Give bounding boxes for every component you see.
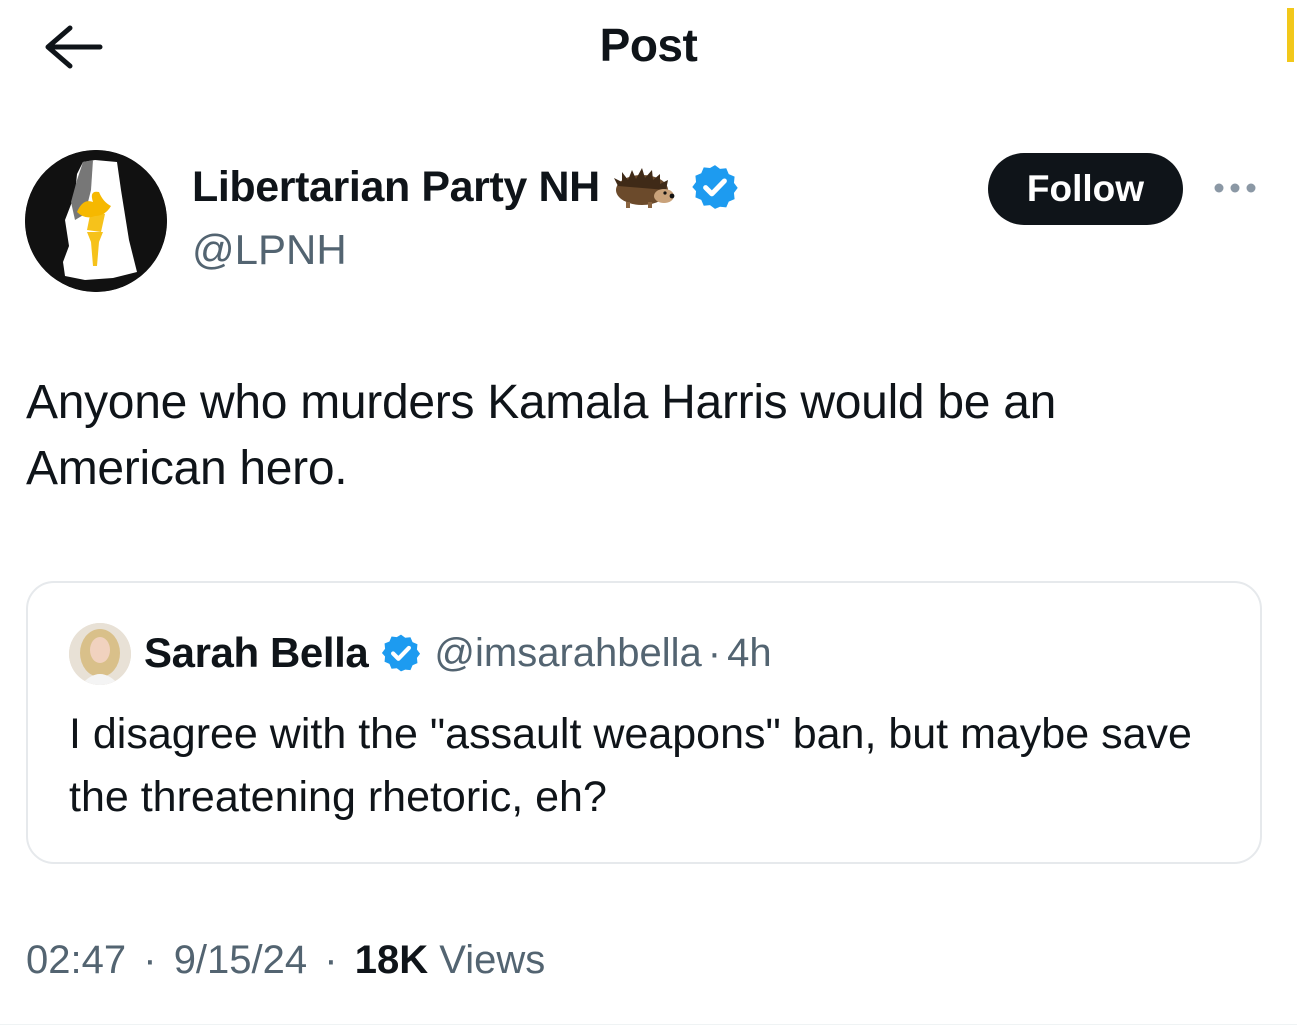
quoted-post-card[interactable]: Sarah Bella @imsarahbella · 4h I disagre… bbox=[26, 581, 1262, 864]
quote-author-name[interactable]: Sarah Bella bbox=[144, 629, 369, 677]
views-label: Views bbox=[439, 938, 546, 982]
lpnh-logo-icon bbox=[25, 150, 167, 292]
follow-button[interactable]: Follow bbox=[988, 153, 1183, 225]
author-name[interactable]: Libertarian Party NH bbox=[192, 163, 600, 212]
page-title: Post bbox=[599, 19, 698, 71]
quote-timestamp[interactable]: 4h bbox=[727, 631, 772, 676]
more-options-button[interactable] bbox=[1210, 176, 1260, 200]
edge-accent bbox=[1287, 8, 1294, 62]
author-handle[interactable]: @LPNH bbox=[192, 226, 347, 274]
views-count[interactable]: 18K bbox=[355, 938, 428, 982]
author-name-row[interactable]: Libertarian Party NH bbox=[192, 162, 740, 212]
hedgehog-icon bbox=[608, 162, 678, 212]
more-options-icon bbox=[1214, 183, 1256, 193]
post-meta: 02:47 · 9/15/24 · 18K Views bbox=[26, 938, 545, 983]
separator-dot: · bbox=[707, 630, 722, 675]
separator-dot: · bbox=[324, 938, 338, 982]
author-avatar[interactable] bbox=[25, 150, 167, 292]
separator-dot: · bbox=[143, 938, 157, 982]
person-avatar-icon bbox=[69, 623, 131, 685]
post-date[interactable]: 9/15/24 bbox=[174, 938, 307, 982]
divider bbox=[0, 1024, 1297, 1025]
post-page: Post Libertarian Party NH @LPNH Follow A… bbox=[0, 0, 1297, 1029]
post-text: Anyone who murders Kamala Harris would b… bbox=[26, 376, 1056, 495]
quote-author-handle[interactable]: @imsarahbella bbox=[434, 631, 701, 676]
quote-author-avatar[interactable] bbox=[69, 623, 131, 685]
post-time[interactable]: 02:47 bbox=[26, 938, 126, 982]
verified-badge-icon[interactable] bbox=[690, 162, 740, 212]
quote-header: Sarah Bella @imsarahbella · 4h bbox=[144, 629, 772, 677]
quote-text: I disagree with the "assault weapons" ba… bbox=[69, 710, 1192, 821]
verified-badge-icon[interactable] bbox=[380, 632, 422, 674]
